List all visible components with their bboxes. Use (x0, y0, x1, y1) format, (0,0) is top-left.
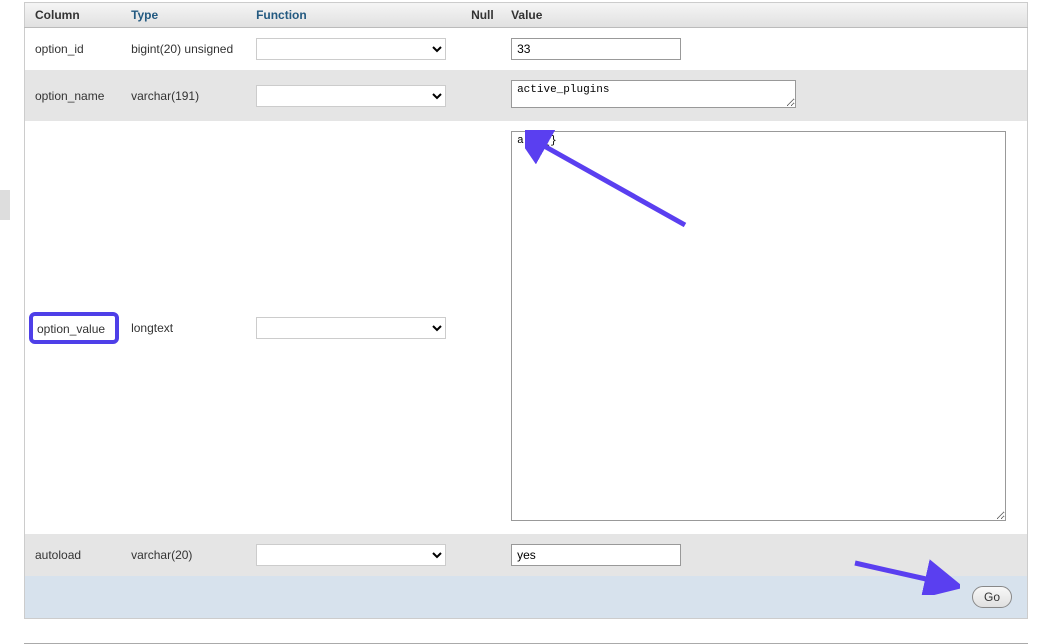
header-function[interactable]: Function (250, 3, 465, 28)
cell-null (465, 28, 505, 71)
header-value: Value (505, 3, 1027, 28)
value-textarea-option-value[interactable]: a:0:{} (511, 131, 1006, 521)
row-option-id: option_id bigint(20) unsigned (25, 28, 1028, 71)
function-select[interactable] (256, 85, 446, 107)
value-input-autoload[interactable] (511, 544, 681, 566)
editor-table: Column Type Function Null Value option_i… (24, 2, 1028, 619)
header-column: Column (25, 3, 126, 28)
cell-type: bigint(20) unsigned (125, 28, 250, 71)
function-select[interactable] (256, 544, 446, 566)
highlight-option-value: option_value (29, 312, 119, 344)
row-option-value: option_value longtext a:0:{} (25, 121, 1028, 534)
value-textarea-option-name[interactable]: active_plugins (511, 80, 796, 108)
cell-type: longtext (125, 121, 250, 534)
footer-row: Go (25, 576, 1028, 619)
row-autoload: autoload varchar(20) (25, 534, 1028, 576)
header-row: Column Type Function Null Value (25, 3, 1028, 28)
row-option-name: option_name varchar(191) active_plugins (25, 70, 1028, 121)
sidebar-edge (0, 190, 10, 220)
cell-column: option_id (25, 28, 126, 71)
cell-null (465, 534, 505, 576)
value-input-option-id[interactable] (511, 38, 681, 60)
cell-null (465, 70, 505, 121)
header-null: Null (465, 3, 505, 28)
header-type[interactable]: Type (125, 3, 250, 28)
go-button[interactable]: Go (972, 586, 1012, 608)
cell-column: autoload (25, 534, 126, 576)
function-select[interactable] (256, 317, 446, 339)
function-select[interactable] (256, 38, 446, 60)
cell-type: varchar(20) (125, 534, 250, 576)
cell-column: option_name (25, 70, 126, 121)
cell-type: varchar(191) (125, 70, 250, 121)
cell-column: option_value (37, 322, 105, 336)
cell-null (465, 121, 505, 534)
